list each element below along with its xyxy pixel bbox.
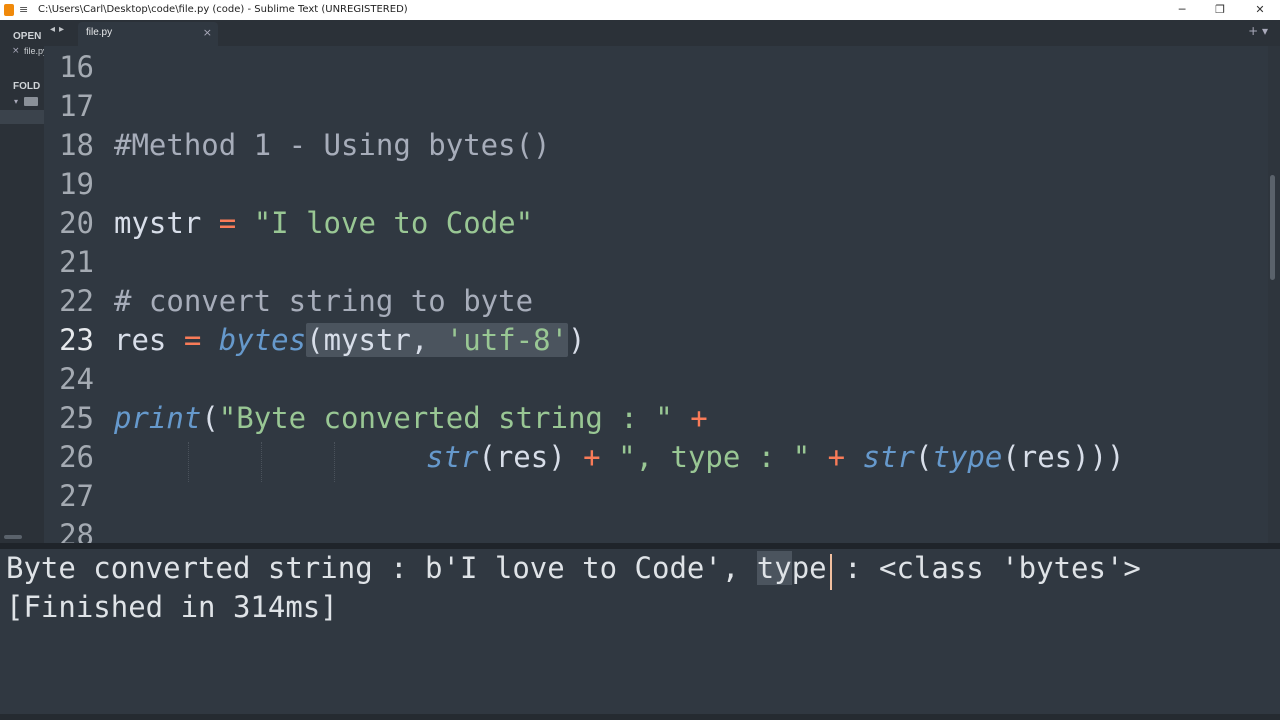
line-number: 17 (59, 89, 94, 123)
code-function: str (426, 440, 479, 474)
code-argument: (res) (478, 440, 566, 474)
code-function: bytes (218, 323, 307, 357)
folders-label: FOLD (13, 81, 41, 92)
line-number: 21 (59, 245, 94, 279)
code-string: "I love to Code" (253, 206, 534, 240)
open-files-label: OPEN (13, 31, 42, 42)
code-paren: ( (306, 323, 324, 357)
line-number: 25 (59, 401, 94, 435)
close-file-icon[interactable]: × (12, 46, 20, 56)
output-text: pe : <class 'bytes'> (791, 551, 1141, 585)
line-number: 19 (59, 167, 94, 201)
line-number: 20 (59, 206, 94, 240)
line-number: 18 (59, 128, 94, 162)
code-comment: # convert string to byte (114, 284, 534, 318)
tab-bar: ◂▸ file.py × + ▾ (44, 20, 1280, 46)
line-number: 27 (59, 479, 94, 513)
output-line: Byte converted string : b'I love to Code… (6, 551, 1141, 585)
text-cursor (830, 554, 832, 590)
folder-expand-icon[interactable]: ▾ (14, 97, 18, 106)
code-operator: + (827, 440, 846, 474)
indent-guide (261, 442, 263, 482)
code-argument: (res))) (1002, 440, 1125, 474)
tab-close-icon[interactable]: × (203, 26, 212, 39)
output-text: Byte converted string : b'I love to Code… (6, 551, 757, 585)
code-comment: #Method 1 - Using bytes() (114, 128, 551, 162)
line-number-active: 23 (59, 323, 94, 357)
code-string: ", type : " (618, 440, 811, 474)
code-string: "Byte converted string : " (218, 401, 673, 435)
window-title: C:\Users\Carl\Desktop\code\file.py (code… (38, 4, 408, 15)
code-operator: = (183, 323, 202, 357)
code-operator: + (690, 401, 708, 435)
code-paren: ( (914, 440, 933, 474)
indent-guide (334, 442, 336, 482)
output-selection: ty (756, 551, 792, 585)
line-number: 26 (59, 440, 94, 474)
code-line: str(res) + ", type : " + str(type(res))) (426, 440, 1125, 474)
output-finished-line: [Finished in 314ms] (6, 590, 338, 624)
code-line-active: res = bytes(mystr, 'utf-8') (114, 323, 586, 357)
code-argument: mystr (323, 323, 411, 357)
new-tab-menu-icon[interactable]: + ▾ (1248, 24, 1268, 38)
sublime-app-icon (4, 4, 14, 16)
scrollbar-thumb[interactable] (1270, 175, 1275, 280)
line-number: 24 (59, 362, 94, 396)
minimize-button[interactable]: ─ (1163, 0, 1201, 20)
code-line: print("Byte converted string : " + (114, 401, 708, 435)
code-comma: , (410, 323, 429, 357)
folder-icon (24, 97, 38, 106)
code-line: mystr = "I love to Code" (114, 206, 533, 240)
code-string: 'utf-8' (445, 323, 569, 357)
code-paren: ) (568, 323, 586, 357)
tab-nav-arrows-icon[interactable]: ◂▸ (50, 24, 68, 35)
code-operator: + (583, 440, 601, 474)
line-number: 28 (59, 518, 94, 543)
code-variable: mystr (114, 206, 202, 240)
hamburger-menu-icon[interactable]: ≡ (19, 0, 28, 20)
sidebar-open-file[interactable]: file.py (24, 46, 44, 56)
horizontal-scrollbar-thumb[interactable] (4, 535, 22, 539)
line-number: 22 (59, 284, 94, 318)
code-variable: res (114, 323, 167, 357)
code-operator: = (218, 206, 237, 240)
close-window-button[interactable]: ✕ (1241, 0, 1279, 20)
restore-button[interactable]: ❐ (1201, 0, 1239, 20)
code-function: print (114, 401, 202, 435)
line-number: 16 (59, 50, 94, 84)
status-bar (0, 714, 1280, 720)
code-paren: ( (201, 401, 219, 435)
title-bar: ≡ C:\Users\Carl\Desktop\code\file.py (co… (0, 0, 1280, 20)
indent-guide (188, 442, 190, 482)
tab-file-py[interactable]: file.py × (78, 22, 218, 46)
code-function: type (932, 440, 1003, 474)
tab-label: file.py (86, 27, 113, 38)
vertical-scrollbar[interactable] (1268, 46, 1280, 543)
sidebar-folder-row[interactable] (0, 110, 44, 124)
code-editor[interactable]: 16 17 18 #Method 1 - Using bytes() 19 20… (44, 46, 1268, 543)
code-function: str (862, 440, 915, 474)
